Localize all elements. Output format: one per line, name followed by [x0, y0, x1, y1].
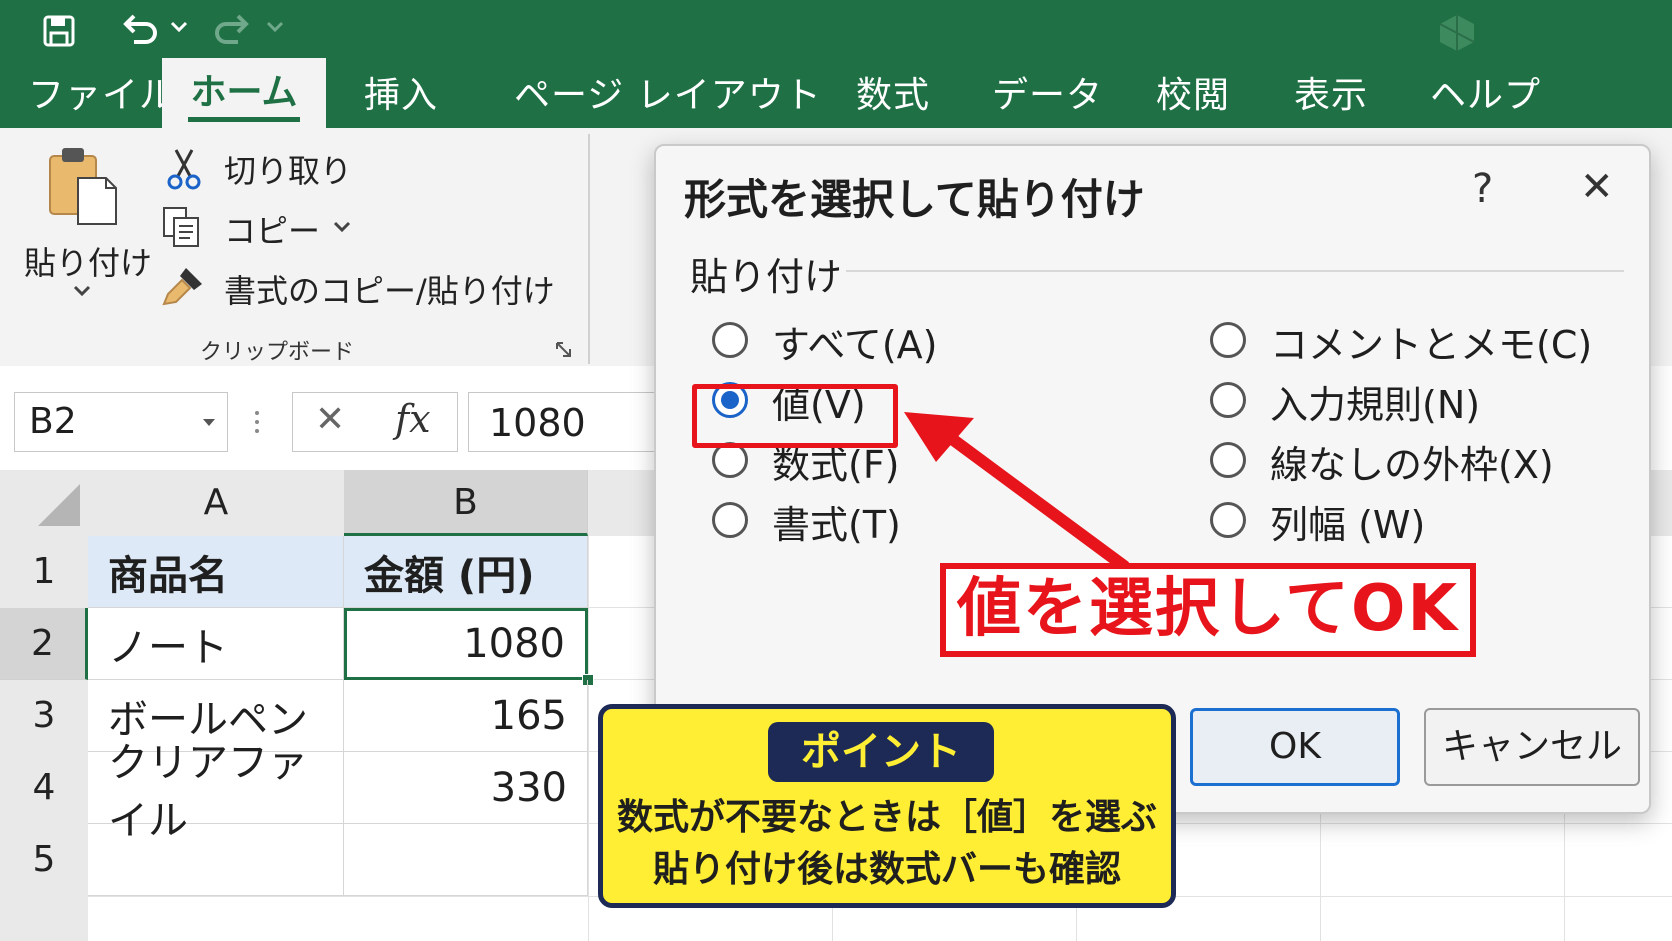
- cut-button[interactable]: 切り取り: [160, 144, 520, 194]
- select-all-button[interactable]: [0, 470, 89, 536]
- app-logo-icon: [1439, 15, 1475, 51]
- dialog-launcher-icon[interactable]: [554, 340, 574, 360]
- cancel-button[interactable]: キャンセル: [1424, 708, 1640, 786]
- radio-validation[interactable]: [1210, 382, 1246, 418]
- ok-button[interactable]: OK: [1190, 708, 1400, 786]
- cell-b5[interactable]: [344, 824, 588, 896]
- format-painter-label: 書式のコピー/貼り付け: [224, 272, 555, 310]
- point-badge: ポイント: [768, 722, 994, 782]
- cell-b3[interactable]: 165: [344, 680, 588, 752]
- option-column-widths[interactable]: 列幅 (W): [1210, 492, 1630, 548]
- copy-label: コピー: [224, 212, 321, 250]
- tab-view[interactable]: 表示: [1294, 66, 1368, 118]
- help-icon[interactable]: ?: [1472, 166, 1493, 212]
- formula-input[interactable]: 1080: [468, 392, 669, 452]
- gridline: [588, 536, 589, 941]
- point-line-1: 数式が不要なときは［値］を選ぶ: [616, 797, 1157, 838]
- tab-formulas[interactable]: 数式: [856, 66, 930, 118]
- option-all-except-borders[interactable]: 線なしの外枠(X): [1210, 432, 1630, 488]
- save-icon[interactable]: [42, 14, 76, 48]
- name-box[interactable]: B2: [14, 392, 228, 452]
- tab-review[interactable]: 校閲: [1156, 66, 1230, 118]
- cell-b2-selected[interactable]: 1080: [344, 608, 588, 680]
- cell-b4[interactable]: 330: [344, 752, 588, 824]
- option-column-widths-label: 列幅 (W): [1270, 503, 1426, 547]
- callout-label: 値を選択してOK: [940, 563, 1476, 657]
- copy-icon: [163, 207, 199, 247]
- option-formats-label: 書式(T): [772, 503, 901, 547]
- close-icon[interactable]: ✕: [1580, 164, 1614, 210]
- tab-insert[interactable]: 挿入: [364, 66, 438, 118]
- ribbon-group-divider: [588, 134, 590, 364]
- row-header-5[interactable]: 5: [0, 824, 88, 897]
- option-all[interactable]: すべて(A): [712, 312, 1012, 368]
- tab-help[interactable]: ヘルプ: [1430, 66, 1541, 118]
- cancel-formula-icon[interactable]: ✕: [315, 399, 345, 440]
- clipboard-group-label: クリップボード: [200, 340, 355, 365]
- column-header-b[interactable]: B: [344, 470, 588, 536]
- tab-page-layout[interactable]: ページ レイアウト: [514, 66, 822, 118]
- option-all-label: すべて(A): [772, 323, 938, 367]
- title-bar: ファイル ホーム 挿入 ページ レイアウト 数式 データ 校閲 表示 ヘルプ: [0, 0, 1672, 128]
- option-comments[interactable]: コメントとメモ(C): [1210, 312, 1630, 368]
- insert-function-icon[interactable]: fx: [395, 397, 431, 441]
- copy-button[interactable]: コピー: [160, 204, 400, 254]
- tab-home[interactable]: ホーム: [162, 58, 326, 128]
- cell-a4[interactable]: クリアファイル: [88, 740, 344, 844]
- tab-data[interactable]: データ: [992, 66, 1103, 118]
- row-header-1[interactable]: 1: [0, 536, 88, 609]
- option-validation-label: 入力規則(N): [1270, 383, 1481, 427]
- name-box-value: B2: [29, 401, 77, 442]
- option-validation[interactable]: 入力規則(N): [1210, 372, 1630, 428]
- cell-a2[interactable]: ノート: [88, 608, 344, 680]
- radio-column-widths[interactable]: [1210, 502, 1246, 538]
- option-all-except-borders-label: 線なしの外枠(X): [1270, 443, 1554, 487]
- callout-arrow-icon: [904, 412, 1130, 572]
- clipboard-icon: [49, 148, 117, 225]
- section-divider: [846, 270, 1624, 272]
- splitter-grip-icon[interactable]: [252, 408, 262, 438]
- paste-dropdown-icon[interactable]: [72, 284, 92, 298]
- row-header-rest: [0, 896, 88, 941]
- redo-dropdown-icon[interactable]: [266, 20, 284, 34]
- row-header-3[interactable]: 3: [0, 680, 88, 753]
- cell-a5[interactable]: [88, 824, 344, 896]
- format-painter-icon: [162, 268, 202, 306]
- row-header-2[interactable]: 2: [0, 608, 88, 680]
- radio-comments[interactable]: [1210, 322, 1246, 358]
- dialog-title: 形式を選択して貼り付け: [684, 175, 1145, 224]
- row-header-4[interactable]: 4: [0, 752, 88, 825]
- radio-all-except-borders[interactable]: [1210, 442, 1246, 478]
- paste-section-label: 貼り付け: [690, 255, 843, 299]
- column-header-a[interactable]: A: [88, 470, 345, 536]
- undo-icon[interactable]: [120, 12, 160, 48]
- radio-all[interactable]: [712, 322, 748, 358]
- undo-dropdown-icon[interactable]: [170, 20, 188, 34]
- radio-formats[interactable]: [712, 502, 748, 538]
- cut-label: 切り取り: [224, 152, 353, 190]
- paste-label: 貼り付け: [24, 244, 153, 282]
- cell-a1[interactable]: 商品名: [88, 536, 344, 608]
- point-line-2: 貼り付け後は数式バーも確認: [652, 849, 1121, 890]
- tab-file[interactable]: ファイル: [28, 66, 176, 118]
- copy-dropdown-icon[interactable]: [332, 220, 352, 234]
- name-box-dropdown-icon[interactable]: [201, 417, 217, 429]
- values-highlight-box: [692, 384, 898, 448]
- cell-b1[interactable]: 金額 (円): [344, 536, 588, 608]
- paste-button[interactable]: 貼り付け: [16, 134, 152, 304]
- formula-buttons: ✕ fx: [292, 392, 458, 452]
- redo-icon[interactable]: [212, 12, 252, 48]
- option-comments-label: コメントとメモ(C): [1270, 323, 1593, 367]
- select-all-icon: [38, 484, 80, 526]
- format-painter-button[interactable]: 書式のコピー/貼り付け: [160, 264, 580, 314]
- formula-input-value: 1080: [489, 401, 586, 445]
- scissors-icon: [167, 149, 201, 190]
